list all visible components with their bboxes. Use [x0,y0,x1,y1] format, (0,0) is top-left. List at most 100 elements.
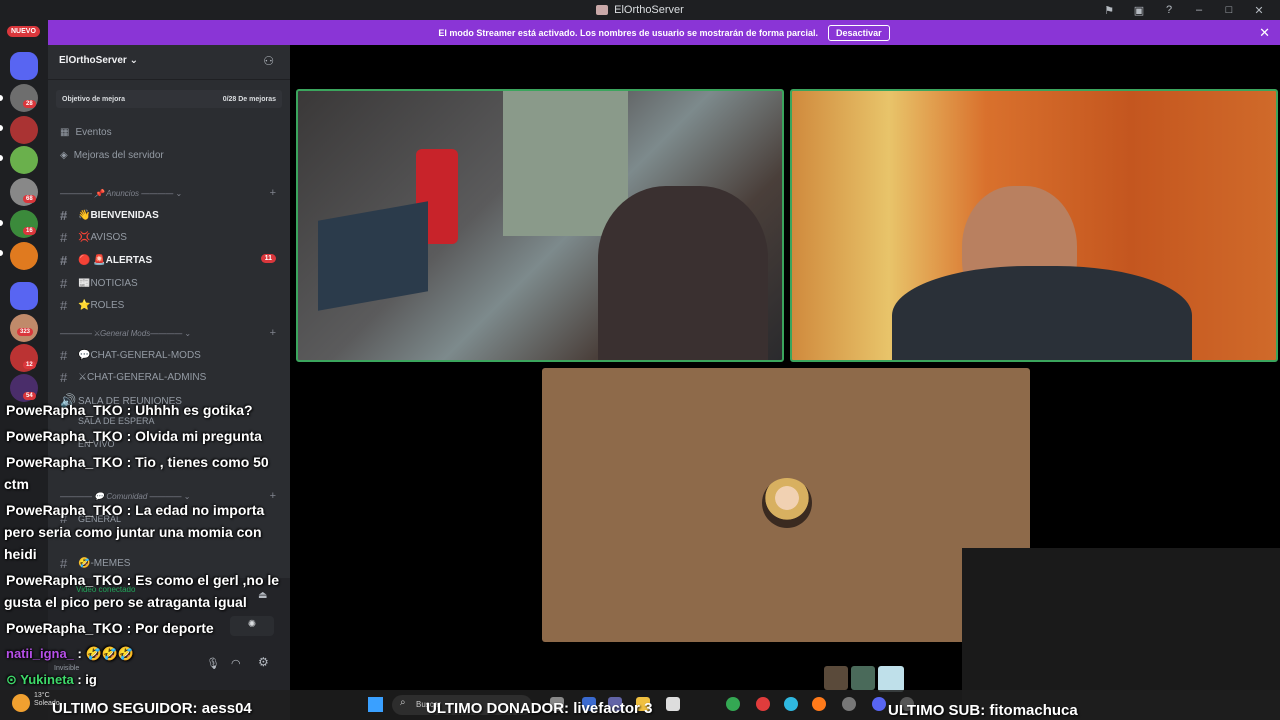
server-badge: 68 [23,195,36,203]
channel-sidebar: ElOrthoServer ⌄ ⚇ Objetivo de mejora 0/2… [48,45,290,720]
window-title: ElOrthoServer [614,4,684,16]
channel-roles[interactable]: # ⭐ROLES [60,298,124,313]
start-icon[interactable] [368,697,383,712]
server-name-header[interactable]: ElOrthoServer ⌄ [59,55,138,66]
chat-line: PoweRapha_TKO : Por deporte [6,620,214,636]
close-icon[interactable]: ✕ [1244,4,1274,17]
hash-icon: # [60,276,68,291]
server-icon[interactable] [10,146,38,174]
chat-line: PoweRapha_TKO : Uhhhh es gotika? [6,402,253,418]
flag-icon[interactable]: ⚑ [1094,4,1124,17]
deactivate-button[interactable]: Desactivar [828,24,890,41]
store-icon[interactable] [666,697,680,711]
person-shape [598,186,768,360]
channel-memes[interactable]: # 🤣-MEMES [60,556,130,571]
unread-pip [0,125,3,131]
unread-pip [0,155,3,161]
last-donor-text: ULTIMO DONADOR: livefactor 3 [426,700,653,717]
opera-icon[interactable] [756,697,770,711]
divider [48,79,290,80]
chevron-down-icon: ⌄ [129,55,138,66]
server-icon[interactable] [10,116,38,144]
chat-line: PoweRapha_TKO : La edad no importa [6,502,265,518]
server-icon[interactable] [10,84,38,112]
video-tile-1[interactable] [296,89,784,362]
add-channel-icon[interactable]: + [270,187,276,199]
server-boosts-item[interactable]: ◈ Mejoras del servidor [60,150,164,161]
user-status: Invisible [54,665,80,672]
hash-icon: # [60,298,68,313]
streamer-mode-text: El modo Streamer está activado. Los nomb… [438,27,819,38]
maximize-icon[interactable]: □ [1214,4,1244,16]
category-comunidad[interactable]: ———— 💬 Comunidad ———— ⌄ [60,492,190,501]
hash-icon: # [60,208,68,223]
channel-noticias[interactable]: # 📰NOTICIAS [60,276,138,291]
video-tile-2[interactable] [790,89,1278,362]
chat-line: pero seria como juntar una momia con [4,524,262,540]
hash-icon: # [60,230,68,245]
taskbar-app-icon[interactable] [842,697,856,711]
gear-icon[interactable]: ⚙ [258,655,269,669]
firefox-icon[interactable] [812,697,826,711]
close-icon[interactable]: ✕ [1259,25,1270,41]
participant-avatar[interactable] [824,666,848,690]
calendar-icon: ▦ [60,127,70,138]
activity-button[interactable]: ✺ [230,616,274,636]
server-rail: NUEVO 28 68 16 323 12 54 [0,20,48,720]
last-follower-text: ULTIMO SEGUIDOR: aess04 [52,700,252,717]
hash-icon: # [60,348,68,363]
server-icon-discord[interactable] [10,52,38,80]
window-controls: ⚑ ▣ ? – □ ✕ [1094,0,1274,20]
server-badge: 16 [23,227,36,235]
channel-alertas[interactable]: # 🔴 🚨ALERTAS [60,253,152,268]
category-general-mods[interactable]: ———— ⚔General Mods———— ⌄ [60,329,191,338]
channel-bienvenidas[interactable]: # 👋BIENVENIDAS [60,208,159,223]
discord-icon[interactable] [872,697,886,711]
new-badge[interactable]: NUEVO [7,26,40,37]
chat-line: ctm [4,476,29,492]
window-shape [503,91,628,236]
weather-icon[interactable] [12,694,30,712]
chat-line: ⊙ Yukineta : ig [6,672,97,687]
help-icon[interactable]: ? [1154,4,1184,16]
server-icon-discord[interactable] [10,282,38,310]
minimize-icon[interactable]: – [1184,4,1214,16]
unread-pip [0,250,3,256]
edge-icon[interactable] [784,697,798,711]
headphones-icon[interactable]: ◠ [231,657,241,670]
chat-line: PoweRapha_TKO : Tio , tienes como 50 [6,454,269,470]
add-channel-icon[interactable]: + [270,327,276,339]
server-badge: 12 [23,361,36,369]
inbox-icon[interactable]: ▣ [1124,4,1154,17]
unread-pip [0,220,3,226]
user-avatar [762,478,812,528]
disconnect-icon[interactable]: ⏏ [258,590,267,601]
online-dot-icon: ⊙ [6,672,21,687]
chat-line: gusta el pico pero se atraganta igual [4,594,247,610]
app-icon [596,5,609,15]
server-badge: 323 [17,328,34,336]
participant-avatar[interactable] [851,666,875,690]
unread-pip [0,95,3,101]
video-tile-3[interactable] [542,368,1030,642]
unread-badge: 11 [260,254,276,263]
events-item[interactable]: ▦ Eventos [60,127,112,138]
server-badge: 28 [23,100,36,108]
server-icon[interactable] [10,242,38,270]
chrome-icon[interactable] [726,697,740,711]
boost-goal[interactable]: Objetivo de mejora 0/28 De mejoras [56,90,282,108]
channel-chat-general-admins[interactable]: # ⚔CHAT-GENERAL-ADMINS [60,370,206,385]
channel-chat-general-mods[interactable]: # 💬CHAT-GENERAL-MODS [60,348,201,363]
boost-icon: ◈ [60,150,68,161]
microphone-icon[interactable]: 🎙 [206,657,220,670]
add-channel-icon[interactable]: + [270,490,276,502]
participant-avatar[interactable] [878,666,904,692]
category-anuncios[interactable]: ———— 📌 Anuncios ———— ⌄ [60,189,182,198]
person-body-shape [892,266,1192,360]
server-badge: 54 [23,392,36,400]
last-sub-text: ULTIMO SUB: fitomachuca [888,702,1078,719]
search-icon: ⌕ [400,697,406,708]
chat-line: PoweRapha_TKO : Es como el gerl ,no le [6,572,280,588]
channel-avisos[interactable]: # 💢AVISOS [60,230,127,245]
add-member-icon[interactable]: ⚇ [263,54,274,68]
